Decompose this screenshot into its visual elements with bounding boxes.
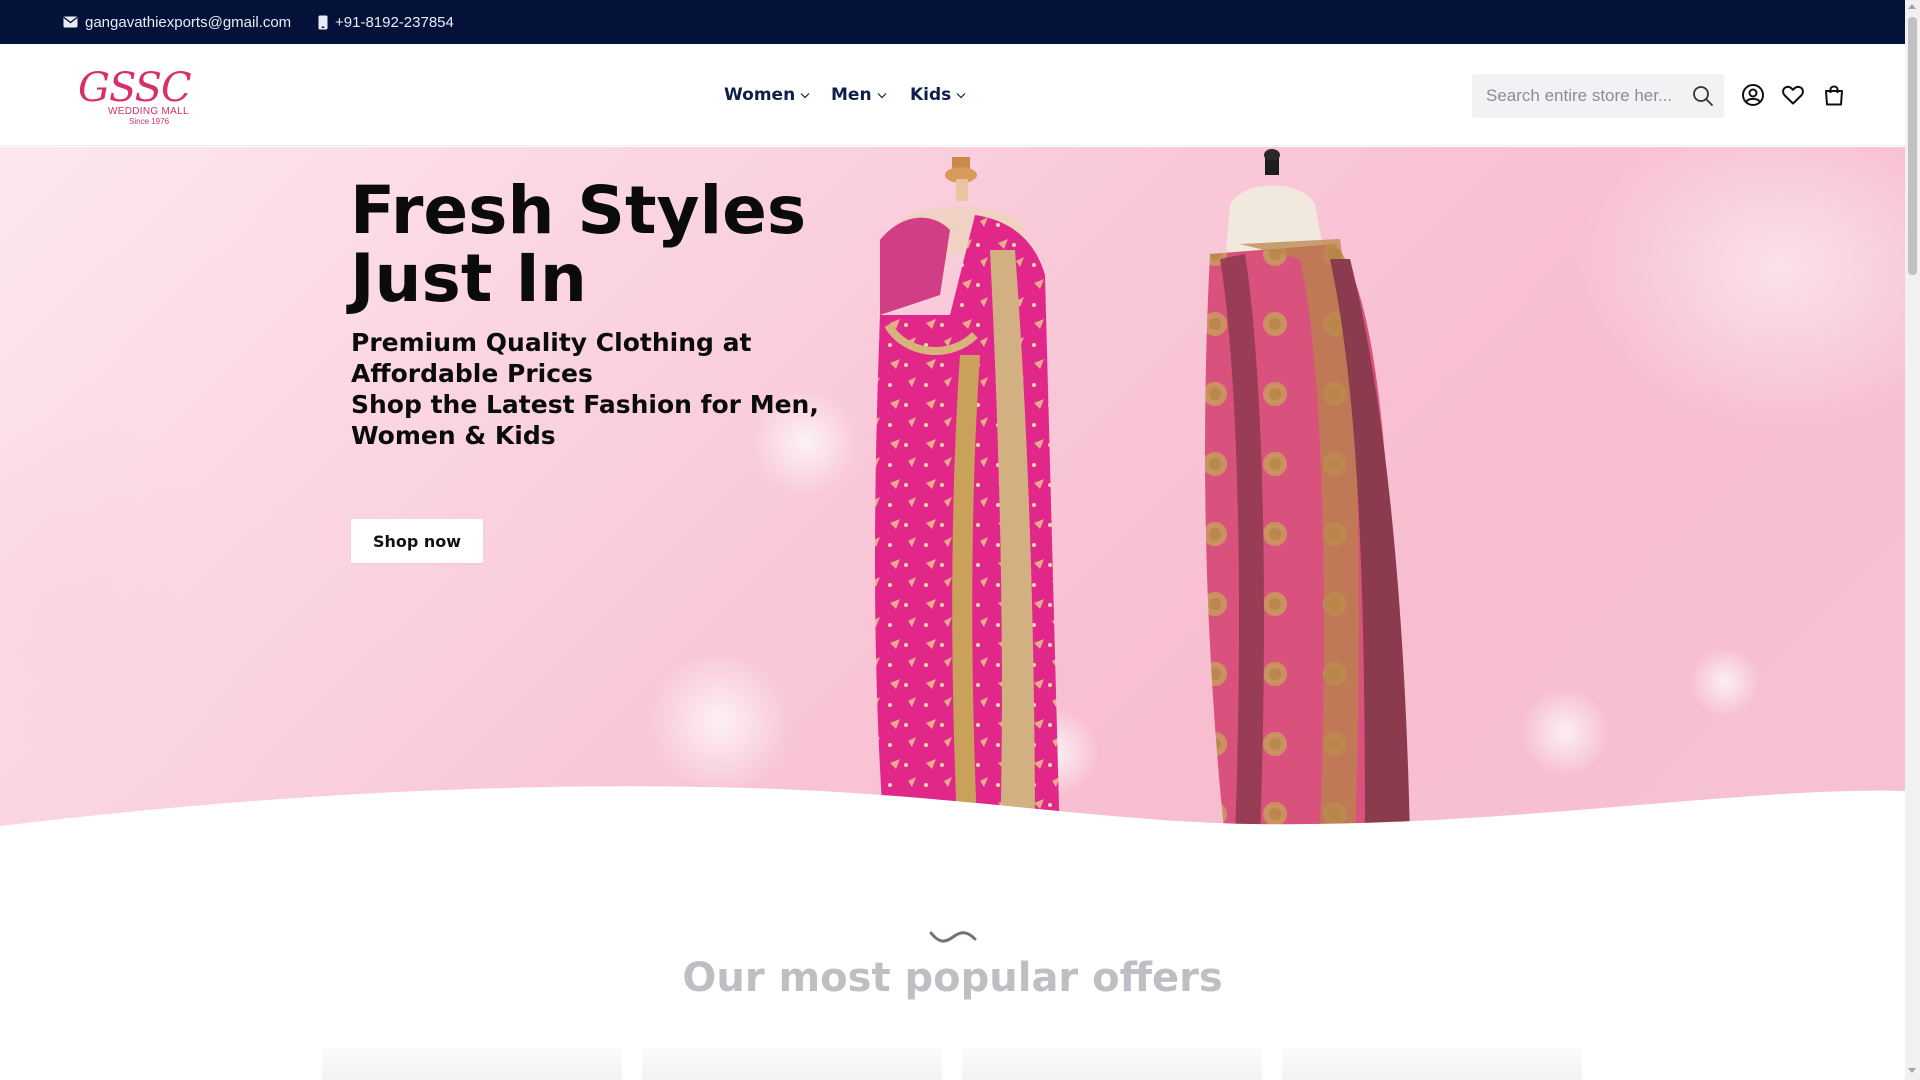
nav-item-men[interactable]: Men: [831, 85, 887, 105]
hero-title: Fresh Styles Just In: [350, 172, 807, 317]
search-box: [1472, 74, 1724, 118]
nav-item-kids[interactable]: Kids: [910, 85, 966, 105]
store-logo[interactable]: GSSC WEDDING MALL Since 1976: [78, 66, 206, 126]
scrollbar-thumb[interactable]: [1908, 17, 1917, 275]
scroll-up-icon[interactable]: [1908, 4, 1916, 9]
search-input[interactable]: [1472, 74, 1682, 118]
nav-item-label: Women: [724, 85, 796, 105]
logo-subtitle: WEDDING MALL: [108, 106, 189, 117]
search-icon[interactable]: [1692, 85, 1714, 107]
hero-wave-divider: [0, 786, 1905, 836]
logo-since: Since 1976: [129, 117, 170, 126]
mail-icon: [63, 16, 78, 28]
bokeh-light: [1690, 647, 1760, 717]
top-contact-bar: gangavathiexports@gmail.com +91-8192-237…: [0, 0, 1905, 44]
popular-offers-heading: Our most popular offers: [682, 955, 1223, 1001]
site-header: GSSC WEDDING MALL Since 1976 Women Men K…: [0, 44, 1905, 146]
saree-mannequin-right: [1205, 149, 1410, 836]
mobile-phone-icon: [318, 15, 328, 29]
hero-subtitle-line-2: Shop the Latest Fashion for Men, Women &…: [351, 390, 819, 450]
offer-card[interactable]: [642, 1048, 942, 1080]
nav-item-label: Kids: [910, 85, 952, 105]
tilde-divider-icon: [929, 931, 977, 943]
contact-email[interactable]: gangavathiexports@gmail.com: [63, 0, 291, 44]
offer-card[interactable]: [962, 1048, 1262, 1080]
contact-phone-text: +91-8192-237854: [335, 13, 454, 31]
offer-card[interactable]: [322, 1048, 622, 1080]
contact-phone[interactable]: +91-8192-237854: [318, 0, 454, 44]
chevron-down-icon: [877, 92, 886, 98]
page-scrollbar[interactable]: [1905, 0, 1920, 1080]
nav-item-label: Men: [831, 85, 872, 105]
logo-mark: GSSC: [78, 65, 192, 111]
wishlist-icon[interactable]: [1781, 83, 1805, 107]
account-icon[interactable]: [1741, 83, 1765, 107]
cart-icon[interactable]: [1822, 83, 1846, 107]
hero-subtitle-line-1: Premium Quality Clothing at Affordable P…: [351, 328, 752, 388]
nav-item-women[interactable]: Women: [724, 85, 810, 105]
shop-now-button[interactable]: Shop now: [351, 519, 483, 563]
scroll-down-icon[interactable]: [1908, 1068, 1916, 1073]
offer-card[interactable]: [1282, 1048, 1582, 1080]
hero-banner: Fresh Styles Just In Premium Quality Clo…: [0, 147, 1905, 836]
chevron-down-icon: [956, 92, 966, 98]
hero-subtitle: Premium Quality Clothing at Affordable P…: [351, 327, 831, 451]
chevron-down-icon: [800, 92, 810, 98]
contact-email-text: gangavathiexports@gmail.com: [85, 13, 292, 31]
